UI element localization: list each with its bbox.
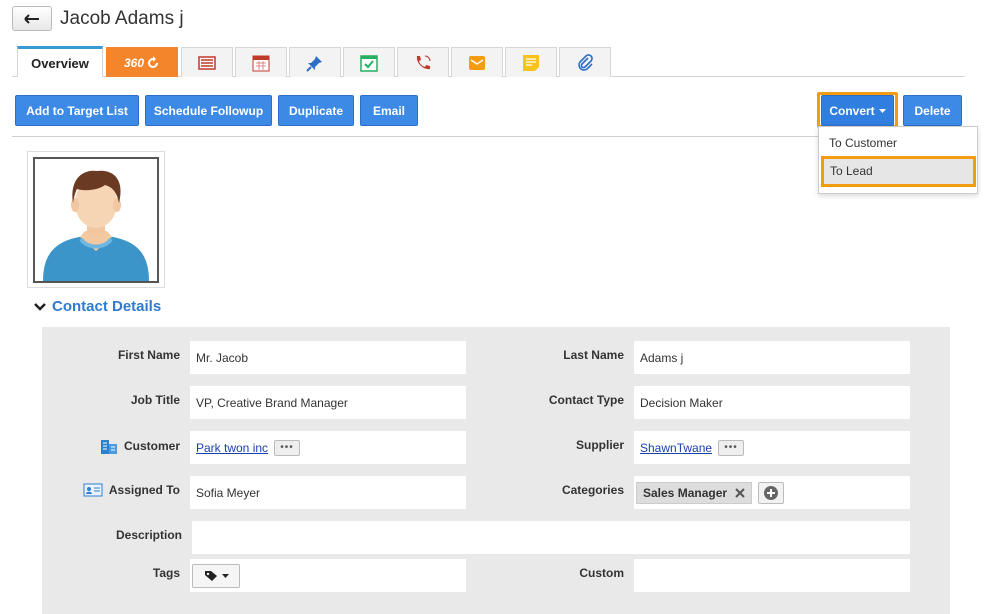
first-name-value: Mr. Jacob — [196, 350, 249, 365]
tab-calendar[interactable] — [235, 47, 287, 77]
menu-item-to-customer[interactable]: To Customer — [819, 130, 977, 156]
custom-field[interactable] — [634, 559, 910, 592]
caret-down-icon — [878, 108, 886, 113]
category-chip-label: Sales Manager — [643, 485, 728, 500]
supplier-field: ShawnTwane ••• — [634, 431, 910, 464]
tab-overview[interactable]: Overview — [17, 46, 103, 77]
mail-icon — [469, 55, 485, 70]
tab-mail[interactable] — [451, 47, 503, 77]
assigned-to-value: Sofia Meyer — [196, 485, 261, 500]
tab-360-label: 360 — [123, 55, 145, 70]
categories-field: Sales Manager — [634, 476, 910, 509]
chevron-down-icon — [34, 302, 46, 311]
tab-invoice[interactable] — [181, 47, 233, 77]
last-name-value: Adams j — [640, 350, 684, 365]
plus-circle-icon — [764, 485, 779, 500]
convert-button[interactable]: Convert — [821, 95, 894, 126]
schedule-followup-button[interactable]: Schedule Followup — [145, 95, 272, 126]
tab-attachment[interactable] — [559, 47, 611, 77]
task-icon — [360, 54, 378, 72]
menu-item-to-lead[interactable]: To Lead — [821, 156, 976, 187]
duplicate-button[interactable]: Duplicate — [278, 95, 354, 126]
add-to-target-list-button[interactable]: Add to Target List — [15, 95, 139, 126]
contact-type-label: Contact Type — [548, 393, 624, 407]
building-icon — [100, 440, 117, 454]
customer-field: Park twon inc ••• — [190, 431, 466, 464]
categories-label: Categories — [561, 483, 624, 497]
close-icon[interactable] — [735, 487, 745, 498]
call-icon — [416, 55, 431, 69]
assigned-to-field[interactable]: Sofia Meyer — [190, 476, 466, 509]
customer-label-group: Customer — [100, 438, 180, 454]
tags-field — [190, 559, 466, 592]
tab-360[interactable]: 360 — [106, 47, 178, 77]
id-card-icon — [83, 483, 103, 497]
pin-icon — [306, 55, 322, 72]
tab-bar: Overview 360 — [12, 44, 965, 77]
description-label: Description — [115, 528, 182, 542]
tag-icon — [204, 570, 217, 581]
invoice-icon — [198, 55, 216, 70]
tags-label: Tags — [152, 566, 180, 580]
avatar[interactable] — [27, 151, 165, 288]
job-title-label: Job Title — [130, 393, 180, 407]
refresh-icon — [148, 55, 159, 68]
tags-dropdown-button[interactable] — [192, 563, 240, 588]
job-title-value: VP, Creative Brand Manager — [196, 395, 348, 410]
customer-link[interactable]: Park twon inc — [196, 441, 268, 455]
note-icon — [523, 54, 539, 71]
contact-type-field[interactable]: Decision Maker — [634, 386, 910, 419]
tab-pin[interactable] — [289, 47, 341, 77]
attachment-icon — [578, 53, 593, 71]
tab-note[interactable] — [505, 47, 557, 77]
email-button[interactable]: Email — [360, 95, 418, 126]
last-name-field[interactable]: Adams j — [634, 341, 910, 374]
section-title: Contact Details — [52, 298, 162, 315]
avatar-image — [33, 157, 159, 283]
caret-down-icon — [221, 573, 229, 578]
category-chip: Sales Manager — [636, 481, 753, 504]
delete-button[interactable]: Delete — [903, 95, 962, 126]
custom-label: Custom — [579, 566, 624, 580]
user-placeholder-icon — [43, 170, 149, 281]
section-toggle-contact-details[interactable]: Contact Details — [34, 298, 161, 315]
job-title-field[interactable]: VP, Creative Brand Manager — [190, 386, 466, 419]
convert-label: Convert — [829, 103, 875, 118]
contact-type-value: Decision Maker — [640, 395, 723, 410]
first-name-field[interactable]: Mr. Jacob — [190, 341, 466, 374]
tab-call[interactable] — [397, 47, 449, 77]
assigned-to-label-group: Assigned To — [83, 483, 180, 497]
arrow-left-icon — [24, 13, 39, 24]
menu-item-to-lead-label: To Lead — [830, 164, 873, 178]
page-title: Jacob Adams j — [60, 8, 184, 29]
add-category-button[interactable] — [758, 481, 785, 504]
assigned-to-label: Assigned To — [108, 483, 180, 497]
supplier-label: Supplier — [575, 438, 624, 452]
supplier-more-button[interactable]: ••• — [718, 439, 745, 456]
customer-label: Customer — [123, 439, 180, 453]
first-name-label: First Name — [117, 348, 180, 362]
tab-task[interactable] — [343, 47, 395, 77]
calendar-icon — [252, 55, 270, 71]
back-button[interactable] — [12, 6, 52, 31]
description-field[interactable] — [192, 521, 910, 554]
supplier-link[interactable]: ShawnTwane — [640, 441, 712, 455]
contact-details-panel: First Name Mr. Jacob Last Name Adams j J… — [42, 327, 950, 614]
last-name-label: Last Name — [563, 348, 624, 362]
customer-more-button[interactable]: ••• — [274, 439, 301, 456]
